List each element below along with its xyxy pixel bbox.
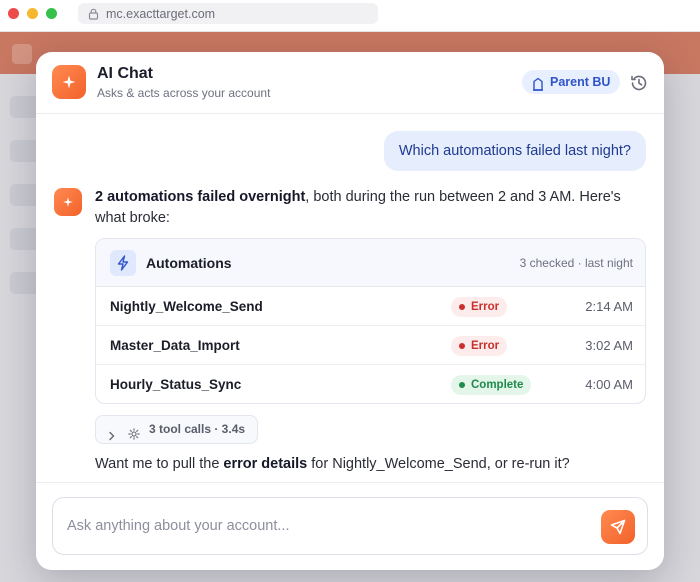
user-message: Which automations failed last night?: [383, 131, 646, 171]
automation-row[interactable]: Nightly_Welcome_Send Error 2:14 AM: [96, 287, 645, 326]
url-text: mc.exacttarget.com: [106, 7, 216, 21]
assistant-avatar: [54, 188, 82, 216]
window-minimize-button[interactable]: [27, 8, 38, 19]
automation-name: Hourly_Status_Sync: [110, 377, 242, 392]
history-icon[interactable]: [629, 73, 649, 98]
automations-card-header: Automations 3 checked · last night: [96, 239, 645, 287]
automation-time: 3:02 AM: [585, 338, 633, 353]
lock-icon: [88, 7, 99, 25]
chat-subtitle: Asks & acts across your account: [97, 86, 271, 100]
tool-calls-toggle[interactable]: 3 tool calls · 3.4s: [95, 415, 259, 444]
gear-icon: [128, 423, 140, 450]
building-icon: [532, 75, 544, 99]
followup-text-end: for Nightly_Welcome_Send, or re-run it?: [307, 456, 570, 472]
chat-title: AI Chat: [97, 65, 153, 82]
ai-chat-modal: AI Chat Asks & acts across your account …: [36, 52, 664, 570]
automations-card-title: Automations: [146, 255, 232, 271]
automation-name: Nightly_Welcome_Send: [110, 299, 263, 314]
chevron-right-icon: [108, 424, 116, 451]
automations-card-meta: 3 checked · last night: [519, 256, 633, 270]
automation-row[interactable]: Hourly_Status_Sync Complete 4:00 AM: [96, 365, 645, 403]
modal-footer: [36, 482, 664, 570]
message-composer: [52, 497, 648, 555]
automation-row[interactable]: Master_Data_Import Error 3:02 AM: [96, 326, 645, 365]
message-input[interactable]: [67, 512, 567, 540]
followup-text: Want me to pull the: [95, 456, 224, 472]
assistant-message-bold: 2 automations failed overnight: [95, 189, 306, 205]
business-unit-selector[interactable]: Parent BU: [522, 70, 621, 94]
business-unit-label: Parent BU: [550, 75, 611, 89]
assistant-followup: Want me to pull the error details for Ni…: [95, 456, 570, 472]
status-badge: Complete: [451, 375, 532, 395]
followup-bold: error details: [223, 456, 308, 472]
automation-time: 4:00 AM: [585, 377, 633, 392]
status-badge: Error: [451, 297, 508, 317]
address-bar[interactable]: mc.exacttarget.com: [78, 3, 378, 24]
automations-card: Automations 3 checked · last night Night…: [95, 238, 646, 404]
status-badge: Error: [451, 336, 508, 356]
tool-calls-label: 3 tool calls · 3.4s: [149, 422, 246, 436]
window-maximize-button[interactable]: [46, 8, 57, 19]
sparkle-icon: [63, 197, 73, 207]
window-close-button[interactable]: [8, 8, 19, 19]
browser-chrome: mc.exacttarget.com: [0, 0, 700, 32]
sparkle-icon: [52, 65, 86, 99]
lightning-icon: [110, 250, 136, 276]
send-button[interactable]: [601, 510, 635, 544]
automation-time: 2:14 AM: [585, 299, 633, 314]
assistant-message: 2 automations failed overnight, both dur…: [95, 187, 640, 229]
automation-name: Master_Data_Import: [110, 338, 240, 353]
send-icon: [610, 519, 626, 535]
modal-header: AI Chat Asks & acts across your account …: [36, 52, 664, 114]
